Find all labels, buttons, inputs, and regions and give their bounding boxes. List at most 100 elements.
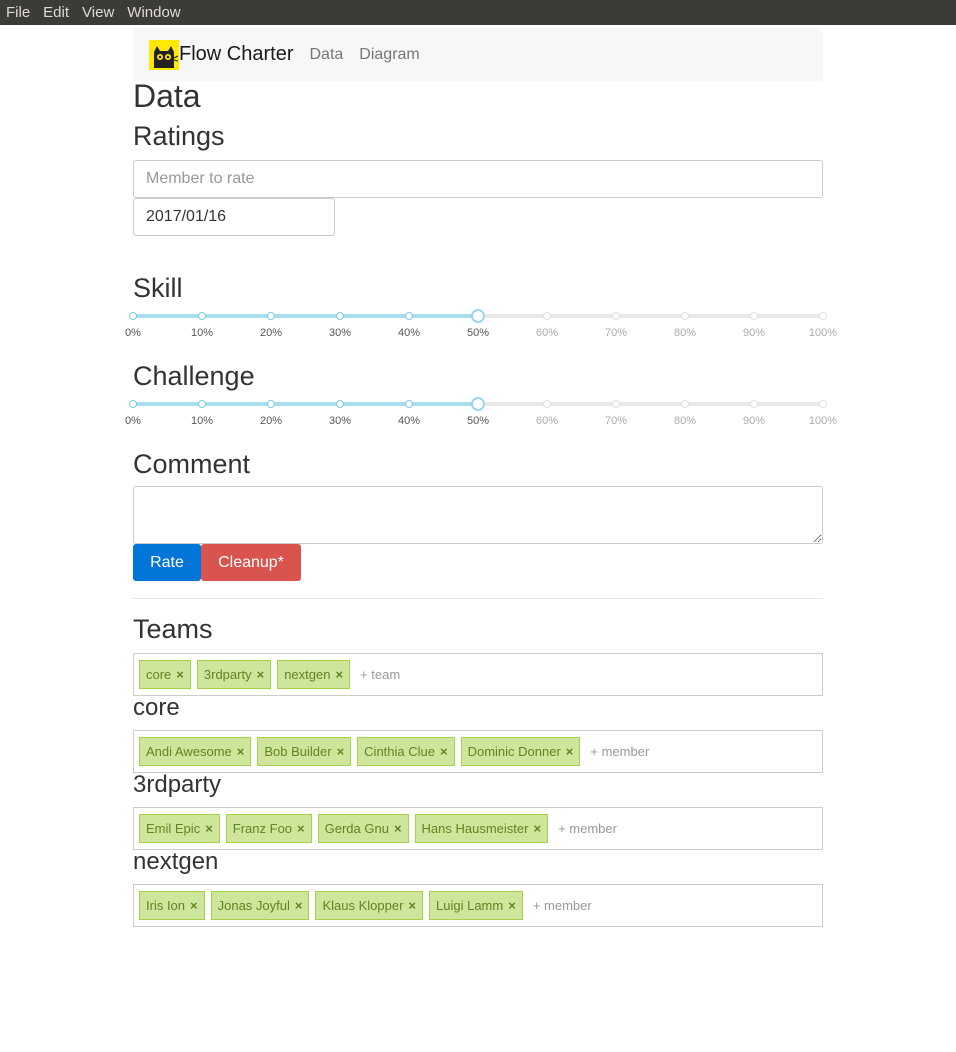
challenge-slider[interactable]: 0% 10% 20% 30% 40% 50% 60% 70% 80% 90% 100%	[125, 395, 837, 435]
slider-tick-label: 90%	[742, 327, 766, 339]
remove-tag-icon[interactable]: ×	[295, 898, 303, 913]
slider-tick-label: 30%	[328, 327, 352, 339]
team-title-core: core	[133, 694, 180, 721]
menu-window[interactable]: Window	[127, 4, 180, 21]
add-member-input[interactable]: + member	[533, 898, 592, 913]
rate-button[interactable]: Rate	[133, 544, 201, 581]
cat-logo-icon[interactable]	[149, 39, 179, 70]
slider-tick[interactable]	[336, 400, 344, 408]
slider-tick-label: 10%	[190, 415, 214, 427]
remove-tag-icon[interactable]: ×	[257, 667, 265, 682]
member-tag: Franz Foo ×	[225, 814, 312, 843]
remove-tag-icon[interactable]: ×	[237, 744, 245, 759]
remove-tag-icon[interactable]: ×	[335, 667, 343, 682]
member-tag: Jonas Joyful ×	[210, 891, 310, 920]
navbar: Flow Charter Data Diagram	[133, 28, 823, 81]
slider-tick-label: 0%	[125, 327, 141, 339]
member-to-rate-input[interactable]: Member to rate	[133, 160, 823, 198]
slider-tick-label: 0%	[125, 415, 141, 427]
remove-tag-icon[interactable]: ×	[205, 821, 213, 836]
slider-tick-label: 60%	[535, 327, 559, 339]
remove-tag-icon[interactable]: ×	[176, 667, 184, 682]
remove-tag-icon[interactable]: ×	[508, 898, 516, 913]
skill-slider[interactable]: 0% 10% 20% 30% 40% 50% 60% 70% 80% 90% 100%	[125, 307, 837, 347]
slider-tick[interactable]	[612, 400, 620, 408]
slider-tick-label: 40%	[397, 415, 421, 427]
teams-tag-input[interactable]: core × 3rdparty × nextgen × + team	[133, 653, 823, 696]
slider-tick[interactable]	[198, 312, 206, 320]
nav-link-diagram[interactable]: Diagram	[359, 46, 419, 64]
slider-tick[interactable]	[819, 312, 827, 320]
ratings-heading: Ratings	[133, 121, 225, 151]
remove-tag-icon[interactable]: ×	[394, 821, 402, 836]
slider-tick-label: 40%	[397, 327, 421, 339]
slider-tick-label: 90%	[742, 415, 766, 427]
remove-tag-icon[interactable]: ×	[533, 821, 541, 836]
slider-handle[interactable]	[471, 397, 485, 411]
slider-fill	[133, 314, 478, 318]
slider-tick-label: 50%	[466, 415, 490, 427]
remove-tag-icon[interactable]: ×	[337, 744, 345, 759]
remove-tag-icon[interactable]: ×	[566, 744, 574, 759]
comment-heading: Comment	[133, 449, 251, 479]
slider-tick[interactable]	[750, 400, 758, 408]
member-tag: Emil Epic ×	[139, 814, 220, 843]
slider-tick[interactable]	[750, 312, 758, 320]
slider-tick[interactable]	[405, 312, 413, 320]
slider-tick[interactable]	[198, 400, 206, 408]
menubar: File Edit View Window	[0, 0, 956, 25]
comment-textarea[interactable]	[133, 486, 823, 544]
slider-tick[interactable]	[267, 400, 275, 408]
team-members-3rdparty[interactable]: Emil Epic × Franz Foo × Gerda Gnu × Hans Ha…	[133, 807, 823, 850]
brand-name[interactable]: Flow Charter	[179, 43, 293, 66]
add-team-input[interactable]: + team	[360, 667, 400, 682]
slider-tick[interactable]	[543, 400, 551, 408]
add-member-input[interactable]: + member	[590, 744, 649, 759]
cleanup-button[interactable]: Cleanup*	[201, 544, 301, 581]
slider-tick-label: 70%	[604, 327, 628, 339]
remove-tag-icon[interactable]: ×	[440, 744, 448, 759]
slider-tick[interactable]	[543, 312, 551, 320]
member-to-rate-placeholder: Member to rate	[146, 170, 255, 187]
slider-tick[interactable]	[129, 400, 137, 408]
slider-tick-label: 20%	[259, 327, 283, 339]
slider-tick[interactable]	[129, 312, 137, 320]
slider-tick[interactable]	[612, 312, 620, 320]
team-members-nextgen[interactable]: Iris Ion × Jonas Joyful × Klaus Klopper × L…	[133, 884, 823, 927]
member-tag: Iris Ion ×	[139, 891, 205, 920]
member-tag: Hans Hausmeister ×	[414, 814, 549, 843]
team-tag: nextgen ×	[277, 660, 351, 689]
menu-view[interactable]: View	[82, 4, 114, 21]
add-member-input[interactable]: + member	[558, 821, 617, 836]
member-tag: Luigi Lamm ×	[429, 891, 523, 920]
member-tag: Cinthia Clue ×	[357, 737, 455, 766]
slider-handle[interactable]	[471, 309, 485, 323]
teams-heading: Teams	[133, 614, 213, 644]
slider-tick[interactable]	[336, 312, 344, 320]
slider-tick[interactable]	[267, 312, 275, 320]
team-tag: 3rdparty ×	[196, 660, 272, 689]
team-members-core[interactable]: Andi Awesome × Bob Builder × Cinthia Clue ×…	[133, 730, 823, 773]
remove-tag-icon[interactable]: ×	[408, 898, 416, 913]
menu-file[interactable]: File	[6, 4, 30, 21]
remove-tag-icon[interactable]: ×	[297, 821, 305, 836]
slider-tick-label: 50%	[466, 327, 490, 339]
member-tag: Bob Builder ×	[257, 737, 352, 766]
member-tag: Gerda Gnu ×	[317, 814, 409, 843]
slider-tick-label: 100%	[808, 327, 838, 339]
slider-tick-label: 100%	[808, 415, 838, 427]
slider-tick[interactable]	[819, 400, 827, 408]
menu-edit[interactable]: Edit	[43, 4, 69, 21]
date-input[interactable]: 2017/01/16	[133, 198, 335, 236]
challenge-heading: Challenge	[133, 361, 255, 391]
section-divider	[133, 598, 823, 599]
slider-tick[interactable]	[681, 312, 689, 320]
remove-tag-icon[interactable]: ×	[190, 898, 198, 913]
nav-link-data[interactable]: Data	[309, 46, 343, 64]
slider-tick-label: 10%	[190, 327, 214, 339]
date-value: 2017/01/16	[146, 208, 227, 225]
member-tag: Klaus Klopper ×	[315, 891, 424, 920]
slider-tick[interactable]	[681, 400, 689, 408]
slider-tick[interactable]	[405, 400, 413, 408]
slider-tick-label: 80%	[673, 327, 697, 339]
